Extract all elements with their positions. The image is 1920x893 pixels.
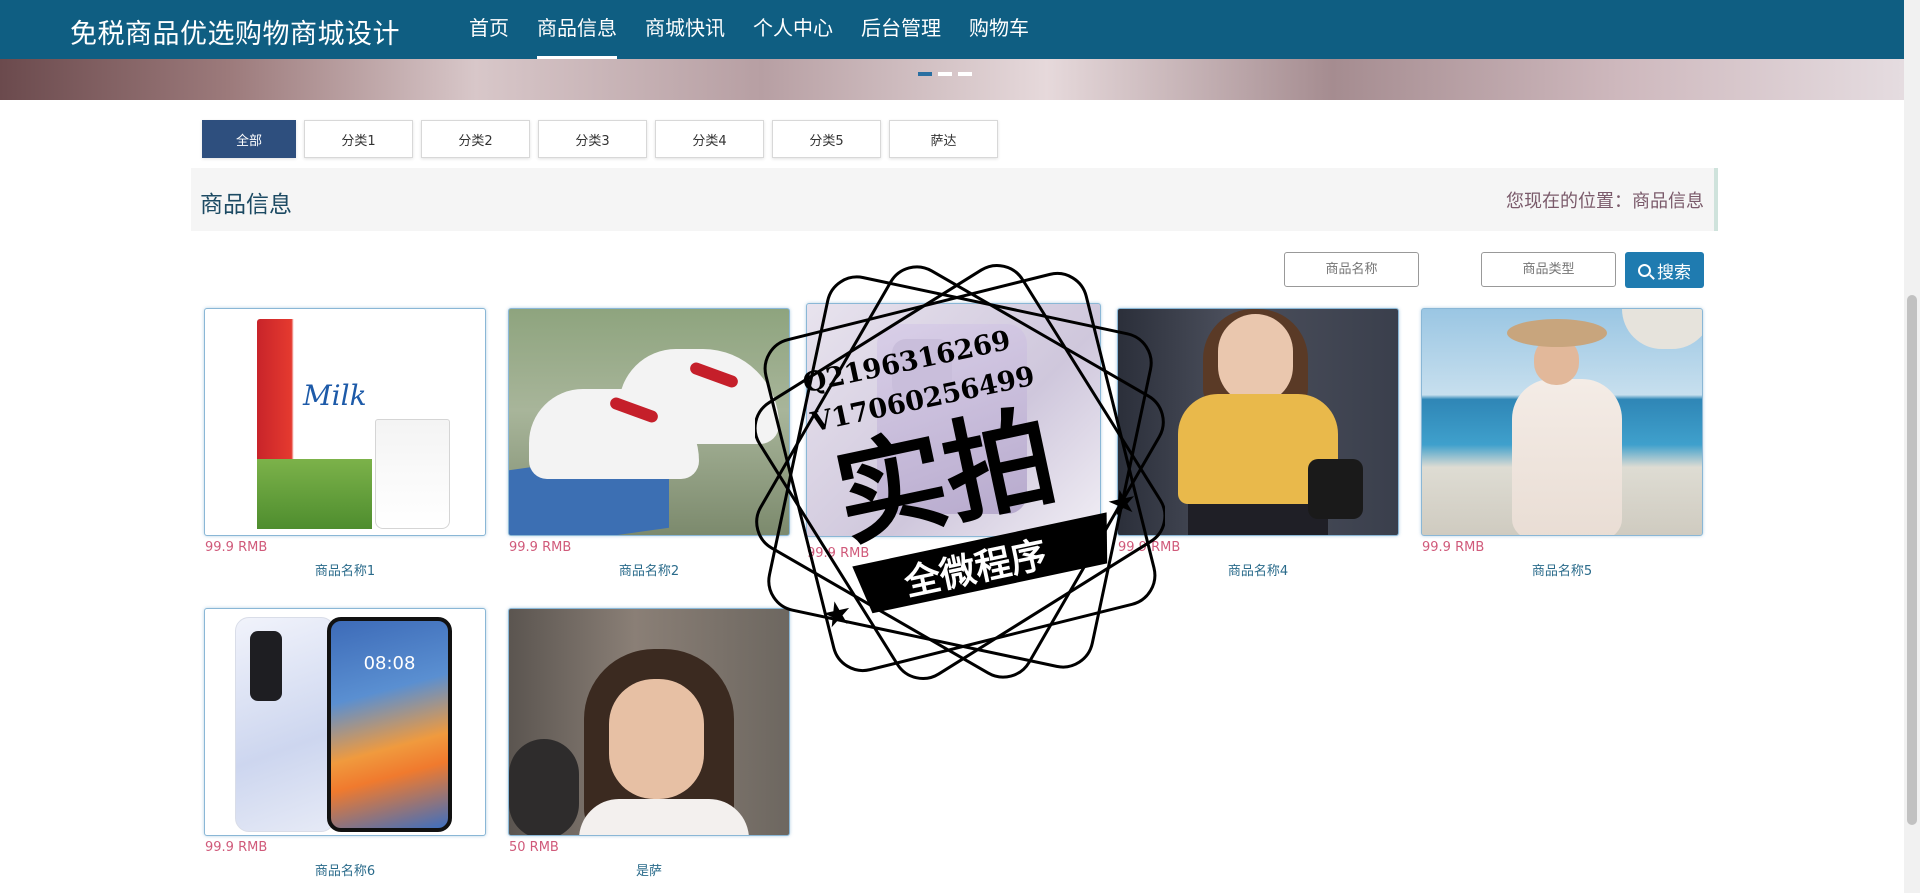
pants-graphic: [1188, 504, 1328, 535]
tab-category-4[interactable]: 分类4: [655, 120, 764, 158]
category-tabs: 全部 分类1 分类2 分类3 分类4 分类5 萨达: [202, 120, 1006, 158]
nav-admin[interactable]: 后台管理: [847, 0, 955, 59]
product-type-search-input[interactable]: [1481, 252, 1616, 287]
milk-field-graphic: [257, 459, 372, 529]
product-image-portrait[interactable]: [508, 608, 790, 836]
carousel-indicators: [918, 72, 972, 76]
product-card[interactable]: 08:08 99.9 RMB 商品名称6: [204, 608, 486, 879]
product-name[interactable]: 商品名称5: [1421, 560, 1703, 579]
tab-category-2[interactable]: 分类2: [421, 120, 530, 158]
product-name-search-input[interactable]: [1284, 252, 1419, 287]
tab-category-1[interactable]: 分类1: [304, 120, 413, 158]
main-nav: 首页 商品信息 商城快讯 个人中心 后台管理 购物车: [455, 0, 1043, 59]
star-icon: ★: [818, 592, 856, 637]
product-card[interactable]: 99.9 RMB: [806, 303, 1101, 561]
shirt-graphic: [579, 799, 749, 835]
tab-all[interactable]: 全部: [202, 120, 296, 158]
product-price: 99.9 RMB: [1118, 540, 1181, 555]
site-title: 免税商品优选购物商城设计: [70, 19, 400, 50]
product-name[interactable]: 商品名称1: [204, 560, 486, 579]
product-image-sneakers[interactable]: [508, 308, 790, 536]
product-card[interactable]: 99.9 RMB 商品名称5: [1421, 308, 1703, 579]
nav-products[interactable]: 商品信息: [523, 0, 631, 59]
product-image-beach-dress[interactable]: [1421, 308, 1703, 536]
product-card[interactable]: 99.9 RMB 商品名称1: [204, 308, 486, 579]
background-figure-graphic: [509, 739, 579, 835]
product-price: 50 RMB: [509, 840, 559, 855]
product-image-yellow-sweater[interactable]: [1117, 308, 1399, 536]
top-navbar: 免税商品优选购物商城设计 首页 商品信息 商城快讯 个人中心 后台管理 购物车: [0, 0, 1904, 59]
phone-screen-graphic: 08:08: [327, 617, 452, 832]
nav-cart[interactable]: 购物车: [955, 0, 1043, 59]
milk-glass-graphic: [375, 419, 450, 529]
product-price: 99.9 RMB: [205, 840, 268, 855]
nav-user-center[interactable]: 个人中心: [739, 0, 847, 59]
product-name[interactable]: 商品名称6: [204, 860, 486, 879]
product-name[interactable]: 商品名称2: [508, 560, 790, 579]
search-button[interactable]: 搜索: [1625, 252, 1704, 288]
handbag-graphic: [1308, 459, 1363, 519]
face-graphic: [609, 679, 704, 799]
carousel-dot[interactable]: [958, 72, 972, 76]
search-button-label: 搜索: [1657, 262, 1691, 283]
product-card[interactable]: 99.9 RMB 商品名称4: [1117, 308, 1399, 579]
watermark-ribbon-text: 全微程序: [900, 533, 1051, 604]
product-card[interactable]: 99.9 RMB 商品名称2: [508, 308, 790, 579]
search-icon: [1638, 263, 1651, 277]
nav-home[interactable]: 首页: [455, 0, 523, 59]
product-price: 99.9 RMB: [807, 546, 870, 561]
product-card[interactable]: 50 RMB 是萨: [508, 608, 790, 879]
camera-module-graphic: [250, 631, 282, 701]
dress-graphic: [1512, 379, 1622, 535]
tab-category-sada[interactable]: 萨达: [889, 120, 998, 158]
section-header: 商品信息 您现在的位置：商品信息: [191, 168, 1718, 231]
product-price: 99.9 RMB: [1422, 540, 1485, 555]
face-graphic: [1218, 314, 1293, 404]
phone-screen-time: 08:08: [363, 653, 416, 674]
product-name[interactable]: 是萨: [508, 860, 790, 879]
carousel-dot[interactable]: [938, 72, 952, 76]
product-price: 99.9 RMB: [205, 540, 268, 555]
product-image-phone-back[interactable]: [806, 303, 1101, 537]
camera-module-graphic: [892, 339, 952, 399]
product-name[interactable]: 商品名称4: [1117, 560, 1399, 579]
page-title: 商品信息: [200, 192, 292, 218]
umbrella-graphic: [1622, 309, 1702, 349]
nav-news[interactable]: 商城快讯: [631, 0, 739, 59]
sun-hat-graphic: [1507, 319, 1607, 347]
banner-carousel: [0, 59, 1904, 100]
tab-category-3[interactable]: 分类3: [538, 120, 647, 158]
product-price: 99.9 RMB: [509, 540, 572, 555]
page-scrollbar-thumb[interactable]: [1907, 295, 1917, 825]
carousel-dot[interactable]: [918, 72, 932, 76]
breadcrumb: 您现在的位置：商品信息: [1506, 191, 1704, 212]
product-image-milk[interactable]: [204, 308, 486, 536]
tab-category-5[interactable]: 分类5: [772, 120, 881, 158]
product-image-smartphone[interactable]: 08:08: [204, 608, 486, 836]
